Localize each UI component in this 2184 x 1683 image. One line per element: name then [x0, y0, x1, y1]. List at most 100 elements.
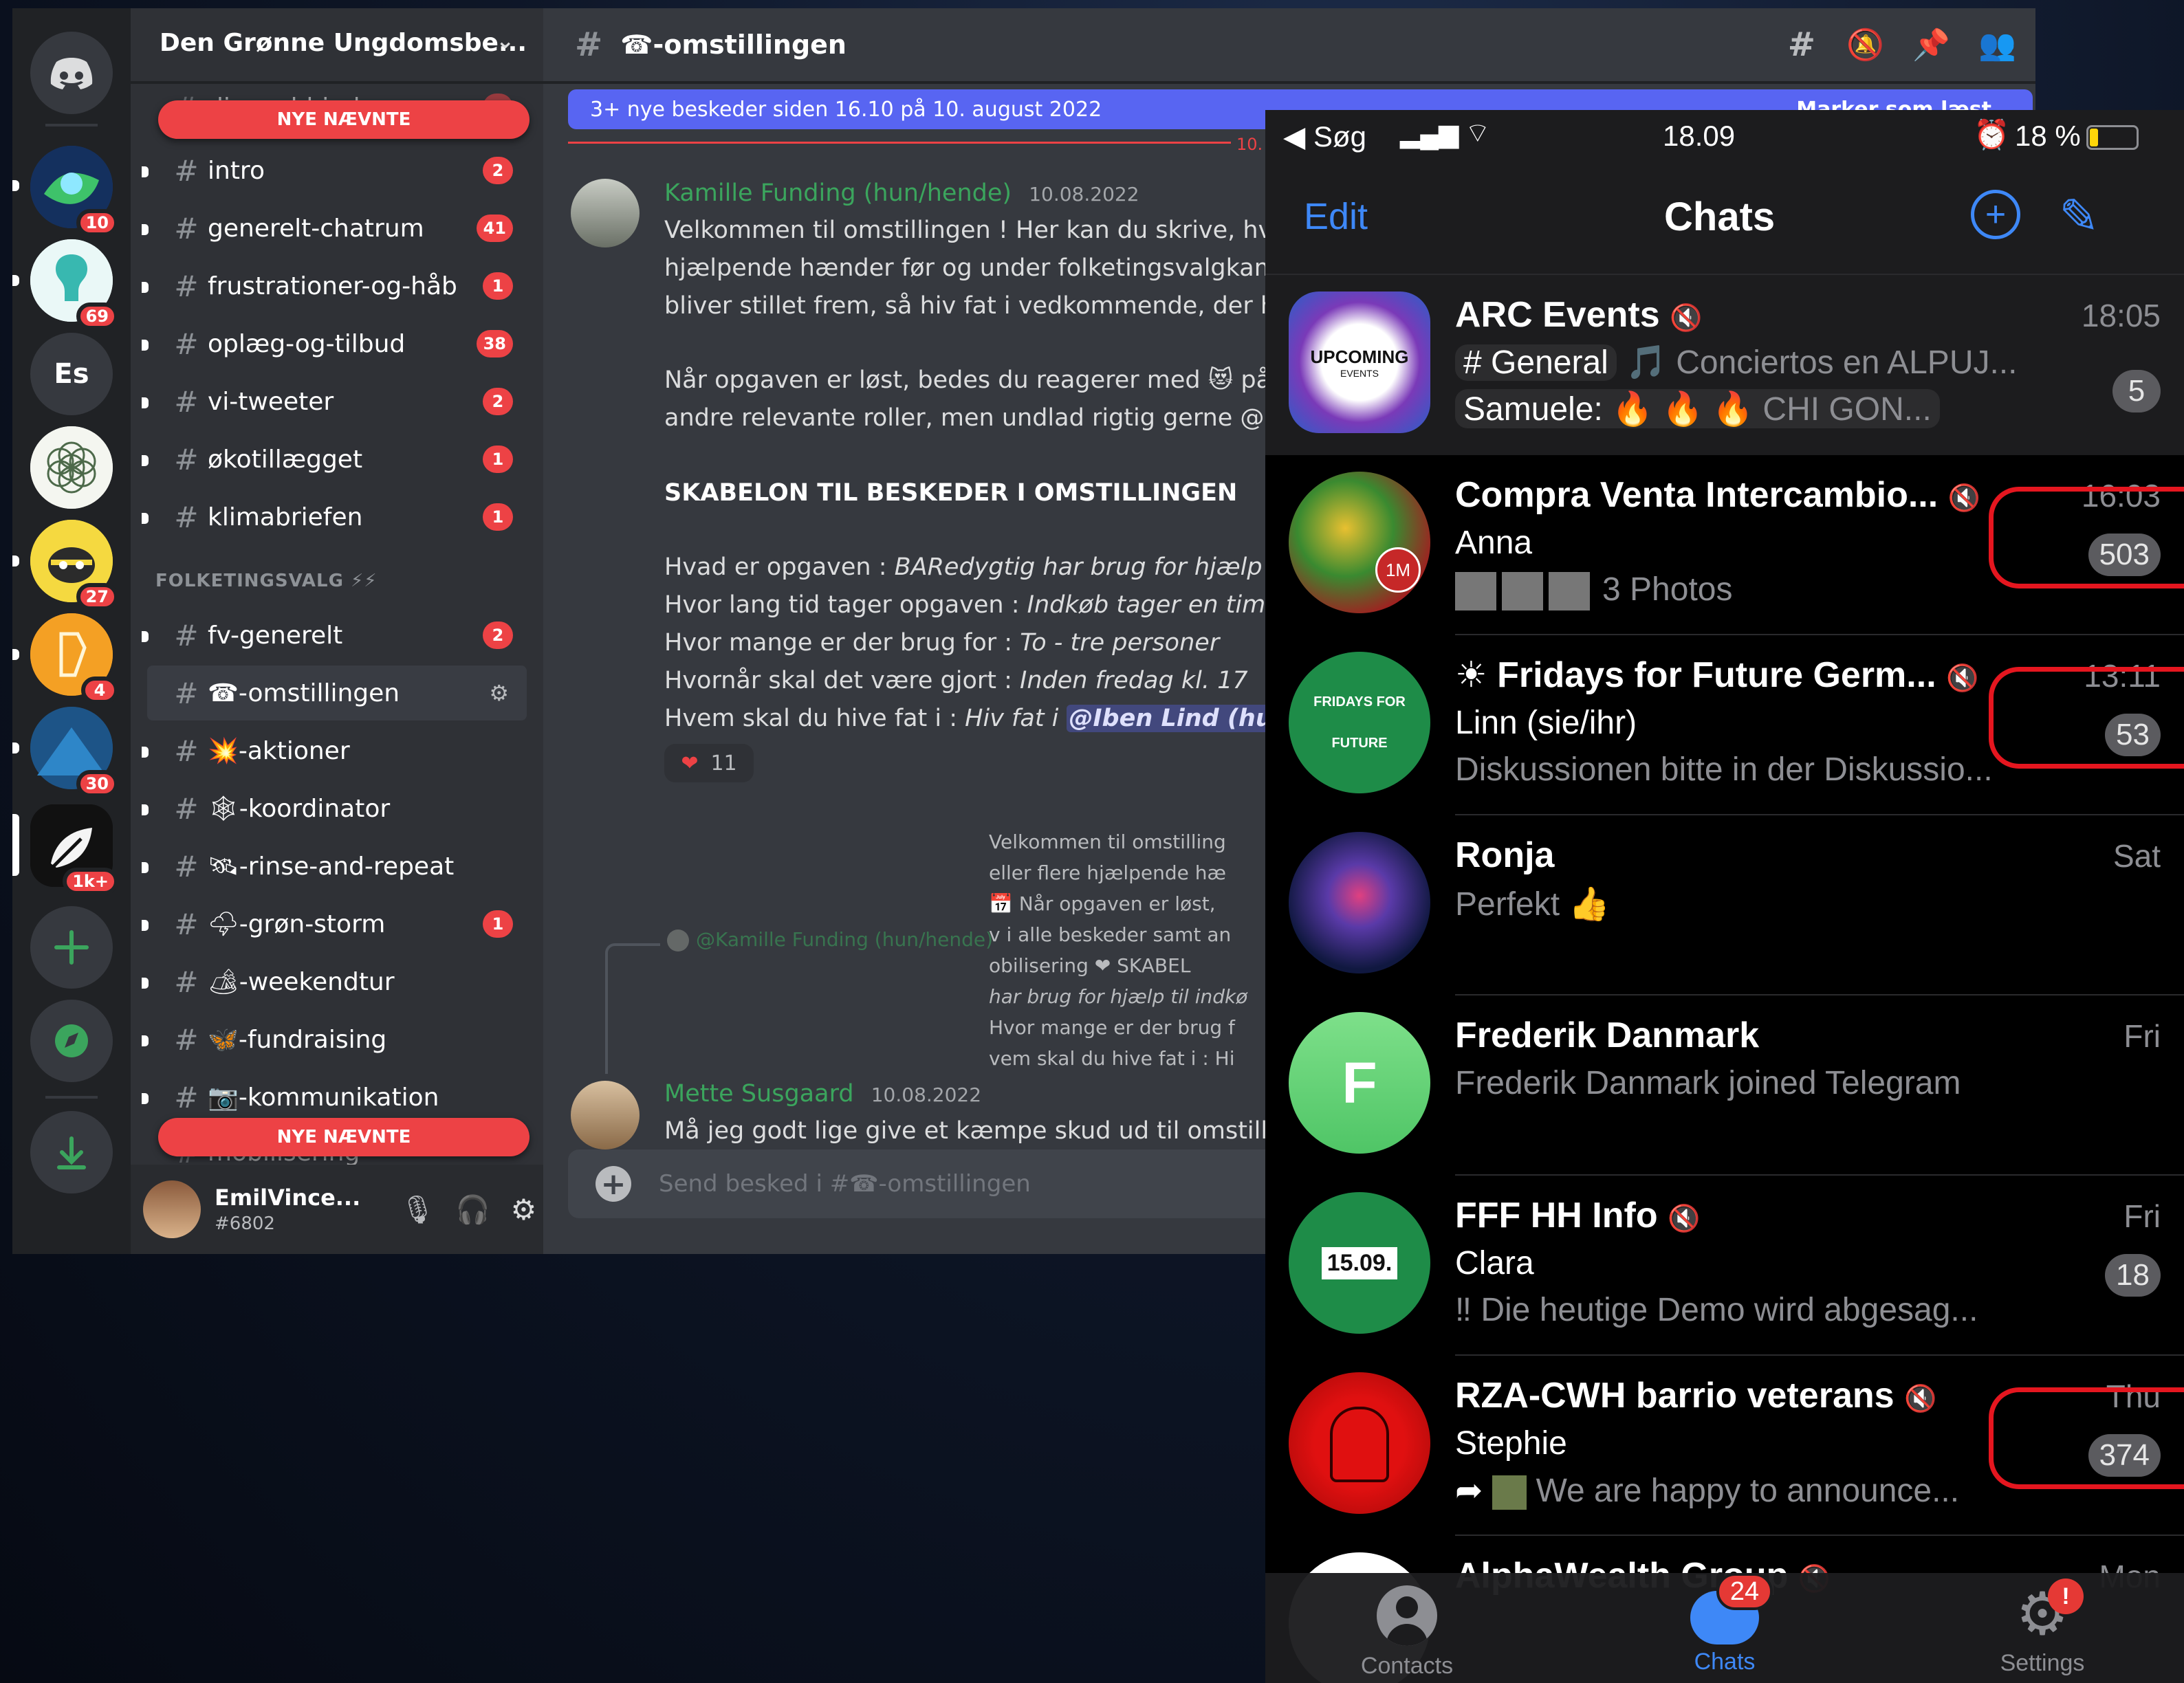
tab-bar: Contacts 24 Chats ⚙ ! Settings [1265, 1573, 2184, 1683]
chat-name: Ronja [1455, 835, 1555, 875]
chat-row-ronja[interactable]: Ronja Sat Perfekt 👍 [1265, 815, 2184, 996]
template-line: Hvor lang tid tager opgaven : Indkøb tag… [664, 591, 1332, 619]
heart-reaction[interactable]: ❤ 11 [664, 744, 754, 782]
server-icon-2[interactable]: 69 [30, 239, 118, 330]
channel-omstillingen[interactable]: # ☎-omstillingen ⚙ [147, 666, 527, 720]
photo-thumbnails [1455, 572, 1593, 611]
message-line: hjælpende hænder før og under folketings… [664, 254, 1323, 282]
chat-row-frederik-danmark[interactable]: F Frederik Danmark Fri Frederik Danmark … [1265, 996, 2184, 1176]
threads-icon[interactable]: # [1788, 25, 1815, 64]
server-name: Den Grønne Ungdomsbe... [160, 29, 527, 57]
server-icon-1[interactable]: 10 [30, 146, 118, 236]
server-icon-leaf[interactable]: 1k+ [30, 804, 118, 895]
hash-icon: # [174, 734, 199, 768]
channel-rinse-and-repeat[interactable]: # 🛰-rinse-and-repeat [142, 839, 527, 894]
message-line: Må jeg godt lige give et kæmpe skud ud t… [664, 1117, 1320, 1145]
chat-row-arc-events[interactable]: UPCOMING EVENTS ARC Events 🔇 18:05 # Gen… [1265, 275, 2184, 455]
server-icon-orange[interactable]: 4 [30, 613, 118, 704]
author-avatar[interactable] [571, 179, 640, 248]
message-line: andre relevante roller, men undlad rigti… [664, 404, 1326, 432]
channel-aktioner[interactable]: # 💥-aktioner [142, 723, 527, 778]
server-icon-4[interactable] [30, 426, 113, 509]
back-to-search[interactable]: ◀ Søg [1283, 120, 1366, 153]
channel-fundraising[interactable]: # 🦋-fundraising [142, 1012, 527, 1067]
channel-frustrationer[interactable]: # frustrationer-og-håb 1 [142, 258, 527, 314]
tab-settings[interactable]: ⚙ ! Settings [1939, 1573, 2145, 1677]
channel-klimabriefen[interactable]: # klimabriefen 1 [142, 490, 527, 544]
headphones-icon[interactable]: 🎧 [456, 1194, 490, 1226]
chat-name: Frederik Danmark [1455, 1015, 1760, 1055]
chat-sender: Clara [1455, 1245, 1534, 1282]
user-settings-gear-icon[interactable]: ⚙ [511, 1193, 537, 1226]
channel-fv-generelt[interactable]: # fv-generelt 2 [142, 608, 527, 663]
channel-generelt-chatrum[interactable]: # generelt-chatrum 41 [142, 201, 527, 256]
chat-name: ARC Events 🔇 [1455, 295, 1703, 335]
home-button[interactable] [30, 32, 113, 114]
chat-sender: Anna [1455, 525, 1533, 561]
message-date: 10.08.2022 [871, 1084, 982, 1106]
unread-count: 5 [2112, 370, 2161, 412]
chat-preview: Perfekt 👍 [1455, 886, 1610, 923]
channel-intro[interactable]: # intro 2 [142, 143, 527, 198]
channel-gron-storm[interactable]: # 🌩-grøn-storm 1 [142, 896, 527, 952]
category-folketingsvalg[interactable]: FOLKETINGSVALG ⚡⚡ [147, 571, 527, 591]
hash-icon: # [174, 442, 199, 476]
channel-okotillaegget[interactable]: # økotillægget 1 [142, 432, 527, 487]
new-mentions-banner-top[interactable]: NYE NÆVNTE [158, 100, 529, 139]
chat-row-rza-cwh[interactable]: RZA-CWH barrio veterans 🔇 Thu Stephie ➦ … [1265, 1356, 2184, 1536]
add-server-button[interactable] [30, 906, 113, 989]
edit-button[interactable]: Edit [1304, 195, 1368, 238]
author-avatar[interactable] [571, 1081, 640, 1150]
author-name[interactable]: Kamille Funding (hun/hende) [664, 179, 1012, 207]
forward-icon: ➦ [1455, 1473, 1492, 1509]
pinned-messages-icon[interactable]: 📌 [1912, 27, 1950, 63]
channel-vi-tweeter[interactable]: # vi-tweeter 2 [142, 374, 527, 429]
message-header: Mette Susgaard 10.08.2022 [664, 1075, 981, 1114]
channel-kommunikation[interactable]: # 📷-kommunikation [142, 1070, 527, 1125]
highlight-circle [1989, 667, 2184, 769]
muted-icon: 🔇 [1946, 664, 1979, 693]
server-icon-bee[interactable]: 27 [30, 520, 118, 610]
user-avatar[interactable] [143, 1180, 201, 1238]
explore-servers-button[interactable] [30, 1000, 113, 1082]
hash-icon: # [174, 269, 199, 303]
chat-avatar: UPCOMING EVENTS [1289, 292, 1430, 433]
notifications-muted-icon[interactable]: 🔕 [1846, 27, 1884, 63]
download-apps-button[interactable] [30, 1111, 113, 1194]
channel-oplaeg[interactable]: # oplæg-og-tilbud 38 [142, 316, 527, 371]
alarm-icon: ⏰ [1974, 118, 2010, 151]
tab-contacts[interactable]: Contacts [1304, 1573, 1510, 1680]
server-badge: 4 [81, 676, 118, 704]
mute-mic-icon[interactable]: 🎙 [400, 1194, 435, 1226]
flower-of-life-icon [30, 426, 113, 509]
server-icon-mountain[interactable]: 30 [30, 707, 118, 798]
hash-icon: # [174, 907, 199, 941]
channel-koordinator[interactable]: # 🕸-koordinator [142, 781, 527, 836]
server-name-header[interactable]: Den Grønne Ungdomsbe... ⌄ [131, 8, 543, 84]
unread-count: 18 [2105, 1254, 2161, 1297]
signal-icon: ▂▄▆ [1400, 120, 1459, 148]
chat-time: 18:05 [2081, 298, 2161, 333]
gear-icon[interactable]: ⚙ [489, 680, 509, 706]
hash-icon: # [174, 965, 199, 999]
template-line: Hvad er opgaven : BARedygtig har brug fo… [664, 553, 1352, 581]
chat-name: ☀ Fridays for Future Germ... 🔇 [1455, 655, 1979, 695]
server-icon-es[interactable]: Es [30, 333, 113, 415]
channel-weekendtur[interactable]: # 🏕-weekendtur [142, 954, 527, 1009]
tab-chats[interactable]: 24 Chats [1621, 1573, 1828, 1675]
chat-row-fridays-for-future[interactable]: FRIDAYS FOR FUTURE ☀ Fridays for Future … [1265, 635, 2184, 815]
compose-icon[interactable]: ✎ [2059, 188, 2099, 245]
chat-row-compra-venta[interactable]: 1M Compra Venta Intercambio... 🔇 16:03 A… [1265, 455, 2184, 635]
chat-avatar: 1M [1289, 472, 1430, 613]
reply-author[interactable]: @Kamille Funding (hun/hende) [667, 928, 993, 952]
chat-row-fff-hh-info[interactable]: 15.09. FFF HH Info 🔇 Fri Clara ‼ Die heu… [1265, 1176, 2184, 1356]
download-icon [57, 1136, 86, 1169]
member-list-icon[interactable]: 👥 [1978, 27, 2016, 63]
topic-chip: # General [1455, 344, 1617, 381]
author-name[interactable]: Mette Susgaard [664, 1080, 854, 1108]
highlight-circle [1989, 487, 2184, 588]
add-attachment-icon[interactable]: + [596, 1166, 631, 1202]
tab-badge: ! [2048, 1578, 2084, 1614]
new-story-icon[interactable]: + [1971, 190, 2020, 239]
new-mentions-banner-bottom[interactable]: NYE NÆVNTE [158, 1118, 529, 1156]
